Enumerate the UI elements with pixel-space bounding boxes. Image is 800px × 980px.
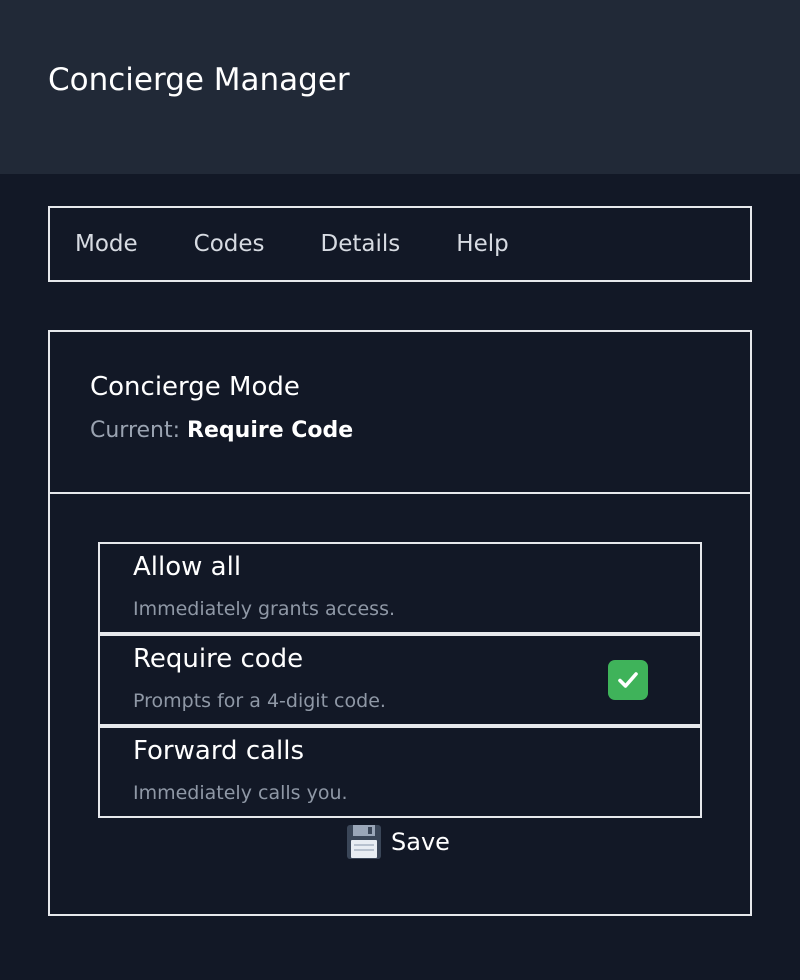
panel-title: Concierge Mode [90, 372, 300, 402]
option-allow-all[interactable]: Allow all Immediately grants access. [98, 542, 702, 634]
app-header: Concierge Manager [0, 0, 800, 174]
option-forward-calls[interactable]: Forward calls Immediately calls you. [98, 726, 702, 818]
nav-item-codes[interactable]: Codes [194, 231, 265, 257]
option-description: Immediately calls you. [133, 782, 348, 804]
save-label: Save [391, 828, 450, 856]
nav-item-help[interactable]: Help [456, 231, 508, 257]
current-mode: Current: Require Code [90, 418, 750, 443]
option-require-code[interactable]: Require code Prompts for a 4-digit code. [98, 634, 702, 726]
option-label: Forward calls [133, 736, 305, 766]
floppy-disk-icon [347, 825, 381, 859]
current-mode-prefix: Current: [90, 418, 181, 443]
nav-bar: Mode Codes Details Help [48, 206, 752, 282]
mode-panel: Concierge Mode Current: Require Code All… [48, 330, 752, 916]
option-label: Allow all [133, 552, 242, 582]
app-title: Concierge Manager [48, 62, 350, 98]
mode-panel-header: Concierge Mode Current: Require Code [50, 332, 750, 494]
nav-item-mode[interactable]: Mode [75, 231, 138, 257]
option-description: Immediately grants access. [133, 598, 396, 620]
current-mode-value: Require Code [187, 418, 354, 443]
save-button[interactable]: Save [346, 824, 450, 860]
nav-item-details[interactable]: Details [321, 231, 401, 257]
checkmark-icon [608, 660, 648, 700]
mode-options: Allow all Immediately grants access. Req… [98, 542, 704, 818]
